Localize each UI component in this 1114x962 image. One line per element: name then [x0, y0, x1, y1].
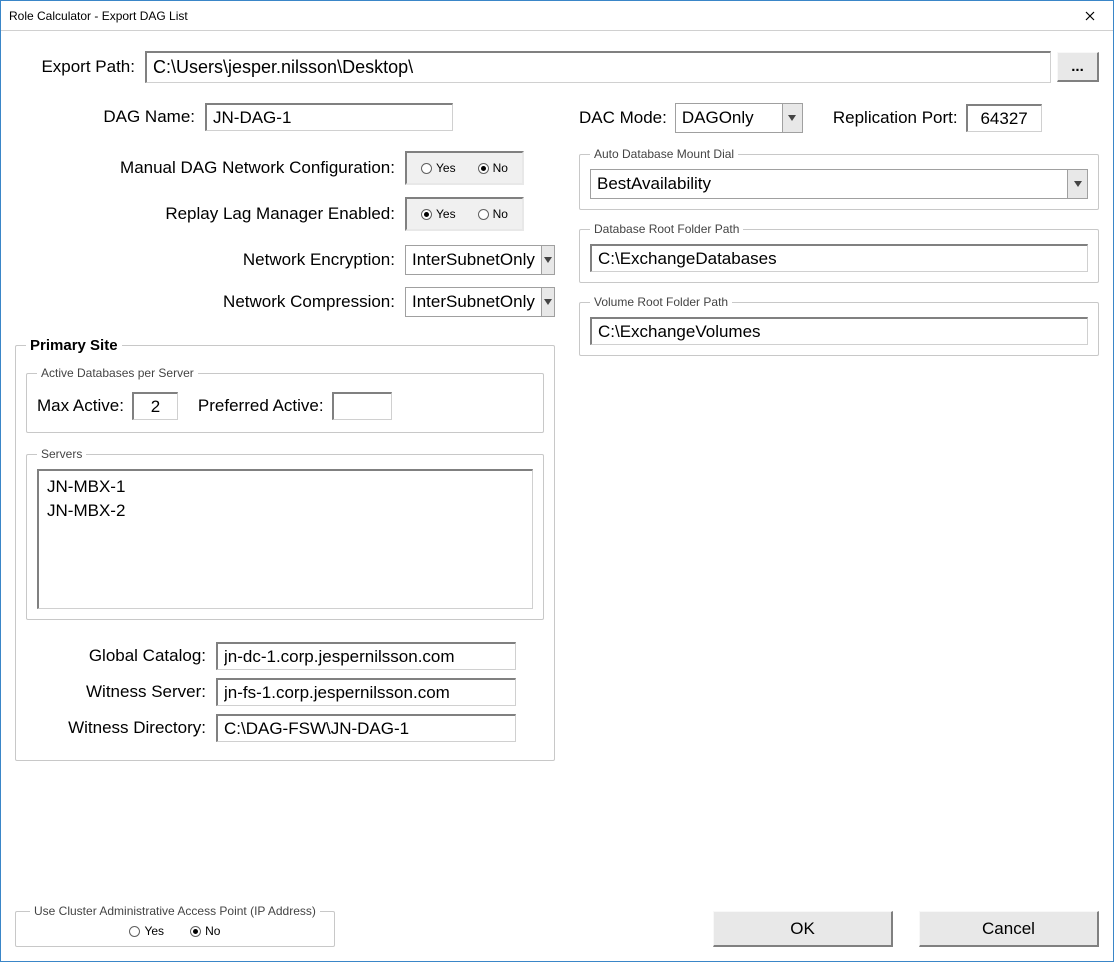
servers-group: Servers JN-MBX-1JN-MBX-2 — [26, 447, 544, 620]
ok-button[interactable]: OK — [713, 911, 893, 947]
replay-lag-radios: Yes No — [405, 197, 524, 231]
replication-port-label: Replication Port: — [803, 108, 966, 128]
servers-legend: Servers — [37, 447, 86, 461]
cluster-ap-yes[interactable]: Yes — [129, 924, 164, 938]
active-db-legend: Active Databases per Server — [37, 366, 198, 380]
witness-server-label: Witness Server: — [26, 682, 216, 702]
titlebar: Role Calculator - Export DAG List — [1, 1, 1113, 31]
dac-mode-combo[interactable]: DAGOnly — [675, 103, 803, 133]
cluster-ap-legend: Use Cluster Administrative Access Point … — [30, 904, 320, 918]
manual-dag-net-no[interactable]: No — [478, 161, 508, 175]
global-catalog-input[interactable] — [216, 642, 516, 670]
cluster-ap-no[interactable]: No — [190, 924, 220, 938]
export-path-row: Export Path: ... — [15, 51, 1099, 83]
dialog-content: Export Path: ... DAG Name: Manual DAG Ne… — [1, 31, 1113, 961]
close-button[interactable] — [1067, 1, 1113, 31]
close-icon — [1085, 11, 1095, 21]
chevron-down-icon — [1067, 170, 1087, 198]
primary-site-group: Primary Site Active Databases per Server… — [15, 337, 555, 761]
witness-directory-label: Witness Directory: — [26, 718, 216, 738]
replay-lag-no[interactable]: No — [478, 207, 508, 221]
preferred-active-label: Preferred Active: — [178, 396, 332, 416]
dac-mode-label: DAC Mode: — [579, 108, 675, 128]
preferred-active-input[interactable] — [332, 392, 392, 420]
bottom-bar: Use Cluster Administrative Access Point … — [15, 904, 1099, 947]
volroot-legend: Volume Root Folder Path — [590, 295, 732, 309]
global-catalog-label: Global Catalog: — [26, 646, 216, 666]
dialog-window: Role Calculator - Export DAG List Export… — [0, 0, 1114, 962]
net-encryption-combo[interactable]: InterSubnetOnly — [405, 245, 555, 275]
list-item[interactable]: JN-MBX-2 — [47, 499, 524, 523]
manual-dag-net-label: Manual DAG Network Configuration: — [15, 158, 405, 178]
dbroot-group: Database Root Folder Path — [579, 222, 1099, 283]
net-compression-combo[interactable]: InterSubnetOnly — [405, 287, 555, 317]
servers-list[interactable]: JN-MBX-1JN-MBX-2 — [37, 469, 533, 609]
net-encryption-value: InterSubnetOnly — [406, 246, 541, 274]
primary-site-legend: Primary Site — [26, 337, 122, 354]
cluster-ap-group: Use Cluster Administrative Access Point … — [15, 904, 335, 947]
dac-mode-value: DAGOnly — [676, 104, 782, 132]
volroot-input[interactable] — [590, 317, 1088, 345]
automount-legend: Auto Database Mount Dial — [590, 147, 738, 161]
dbroot-input[interactable] — [590, 244, 1088, 272]
chevron-down-icon — [541, 246, 554, 274]
chevron-down-icon — [541, 288, 554, 316]
cancel-button[interactable]: Cancel — [919, 911, 1099, 947]
left-column: DAG Name: Manual DAG Network Configurati… — [15, 103, 555, 761]
net-encryption-label: Network Encryption: — [15, 250, 405, 270]
automount-group: Auto Database Mount Dial BestAvailabilit… — [579, 147, 1099, 210]
net-compression-label: Network Compression: — [15, 292, 405, 312]
automount-combo[interactable]: BestAvailability — [590, 169, 1088, 199]
volroot-group: Volume Root Folder Path — [579, 295, 1099, 356]
dbroot-legend: Database Root Folder Path — [590, 222, 743, 236]
chevron-down-icon — [782, 104, 802, 132]
dag-name-input[interactable] — [205, 103, 453, 131]
right-column: DAC Mode: DAGOnly Replication Port: Auto… — [579, 103, 1099, 761]
witness-directory-input[interactable] — [216, 714, 516, 742]
net-compression-value: InterSubnetOnly — [406, 288, 541, 316]
manual-dag-net-yes[interactable]: Yes — [421, 161, 456, 175]
active-db-group: Active Databases per Server Max Active: … — [26, 366, 544, 433]
list-item[interactable]: JN-MBX-1 — [47, 475, 524, 499]
replay-lag-yes[interactable]: Yes — [421, 207, 456, 221]
replication-port-input[interactable] — [966, 104, 1042, 132]
automount-value: BestAvailability — [591, 170, 1067, 198]
window-title: Role Calculator - Export DAG List — [9, 9, 188, 23]
export-path-input[interactable] — [145, 51, 1051, 83]
replay-lag-label: Replay Lag Manager Enabled: — [15, 204, 405, 224]
max-active-label: Max Active: — [37, 396, 132, 416]
export-path-label: Export Path: — [15, 57, 145, 77]
max-active-input[interactable] — [132, 392, 178, 420]
witness-server-input[interactable] — [216, 678, 516, 706]
dag-name-label: DAG Name: — [15, 107, 205, 127]
browse-button[interactable]: ... — [1057, 52, 1099, 82]
manual-dag-net-radios: Yes No — [405, 151, 524, 185]
